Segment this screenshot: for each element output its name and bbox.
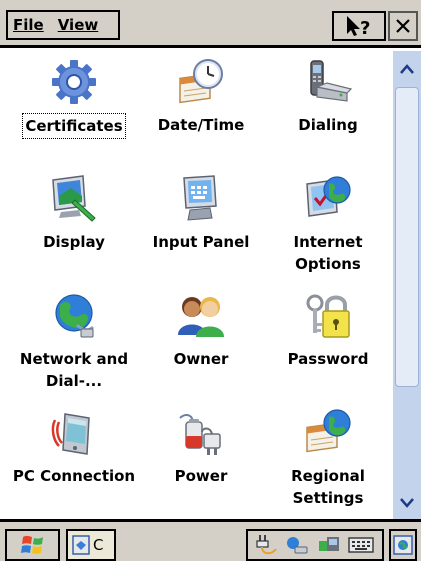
- chevron-down-icon: [400, 498, 414, 508]
- taskbar-task-label: C: [93, 536, 104, 554]
- scroll-down-button[interactable]: [393, 489, 421, 517]
- item-input-panel[interactable]: Input Panel: [136, 168, 266, 284]
- menu-group: File View: [6, 10, 120, 40]
- network-icon[interactable]: [285, 533, 309, 557]
- control-panel-grid: Certificates Date/Time Dialing Display I…: [0, 51, 393, 519]
- taskbar-task-button[interactable]: C: [66, 529, 116, 561]
- item-label: Dialing: [298, 116, 358, 134]
- item-dialing[interactable]: Dialing: [263, 51, 393, 167]
- item-label: Regional Settings: [291, 467, 365, 507]
- item-label: Internet Options: [293, 233, 363, 273]
- control-panel-icon: [72, 535, 90, 555]
- users-icon: [178, 297, 224, 337]
- view-menu-label: View: [57, 16, 99, 34]
- gear-icon: [52, 60, 96, 104]
- item-label: Network and Dial-...: [19, 350, 129, 390]
- desktop-icon: [393, 535, 413, 555]
- monitor-brush-icon: [52, 175, 96, 222]
- phone-modem-icon: [310, 60, 353, 102]
- start-button[interactable]: [5, 529, 60, 561]
- windows-flag-icon: [20, 535, 43, 554]
- taskbar-extra-button[interactable]: [389, 529, 417, 561]
- item-regional-settings[interactable]: Regional Settings: [263, 402, 393, 518]
- item-date-time[interactable]: Date/Time: [136, 51, 266, 167]
- globe-network-icon: [55, 294, 95, 338]
- menu-bar: File View ?: [0, 0, 421, 48]
- item-label: Power: [174, 467, 228, 485]
- item-password[interactable]: Password: [263, 285, 393, 401]
- item-label: Display: [43, 233, 105, 251]
- item-label: Date/Time: [157, 116, 245, 134]
- keyboard-icon[interactable]: [348, 535, 374, 555]
- close-button[interactable]: [388, 11, 418, 41]
- pda-connection-icon: [51, 413, 90, 455]
- item-label: PC Connection: [12, 467, 136, 485]
- chevron-up-icon: [400, 64, 414, 74]
- file-menu[interactable]: File: [13, 16, 44, 34]
- item-label: Certificates: [22, 113, 126, 139]
- item-internet-options[interactable]: Internet Options: [263, 168, 393, 284]
- padlock-keys-icon: [306, 294, 350, 338]
- item-pc-connection[interactable]: PC Connection: [9, 402, 139, 518]
- globe-calendar-icon: [306, 409, 351, 453]
- vertical-scrollbar[interactable]: [393, 51, 421, 519]
- sync-connection-icon[interactable]: [317, 533, 341, 557]
- item-label: Owner: [173, 350, 229, 368]
- item-label: Password: [287, 350, 369, 368]
- clock-calendar-icon: [179, 59, 223, 104]
- svg-text:?: ?: [360, 18, 370, 38]
- item-certificates[interactable]: Certificates: [9, 51, 139, 167]
- help-button[interactable]: ?: [332, 11, 386, 41]
- item-owner[interactable]: Owner: [136, 285, 266, 401]
- item-network-dialup[interactable]: Network and Dial-...: [9, 285, 139, 401]
- scroll-up-button[interactable]: [393, 55, 421, 83]
- battery-plug-icon: [179, 414, 221, 455]
- item-display[interactable]: Display: [9, 168, 139, 284]
- help-pointer-icon: ?: [347, 16, 370, 38]
- close-icon: [396, 19, 410, 33]
- power-plug-icon[interactable]: [256, 533, 278, 557]
- view-menu[interactable]: View: [58, 16, 99, 34]
- monitor-keyboard-icon: [183, 175, 217, 221]
- system-tray: [246, 529, 384, 561]
- file-menu-label: File: [13, 16, 44, 34]
- item-label: Input Panel: [152, 233, 250, 251]
- globe-monitor-icon: [306, 176, 351, 217]
- taskbar: C: [0, 519, 421, 561]
- scroll-thumb[interactable]: [395, 87, 419, 387]
- item-power[interactable]: Power: [136, 402, 266, 518]
